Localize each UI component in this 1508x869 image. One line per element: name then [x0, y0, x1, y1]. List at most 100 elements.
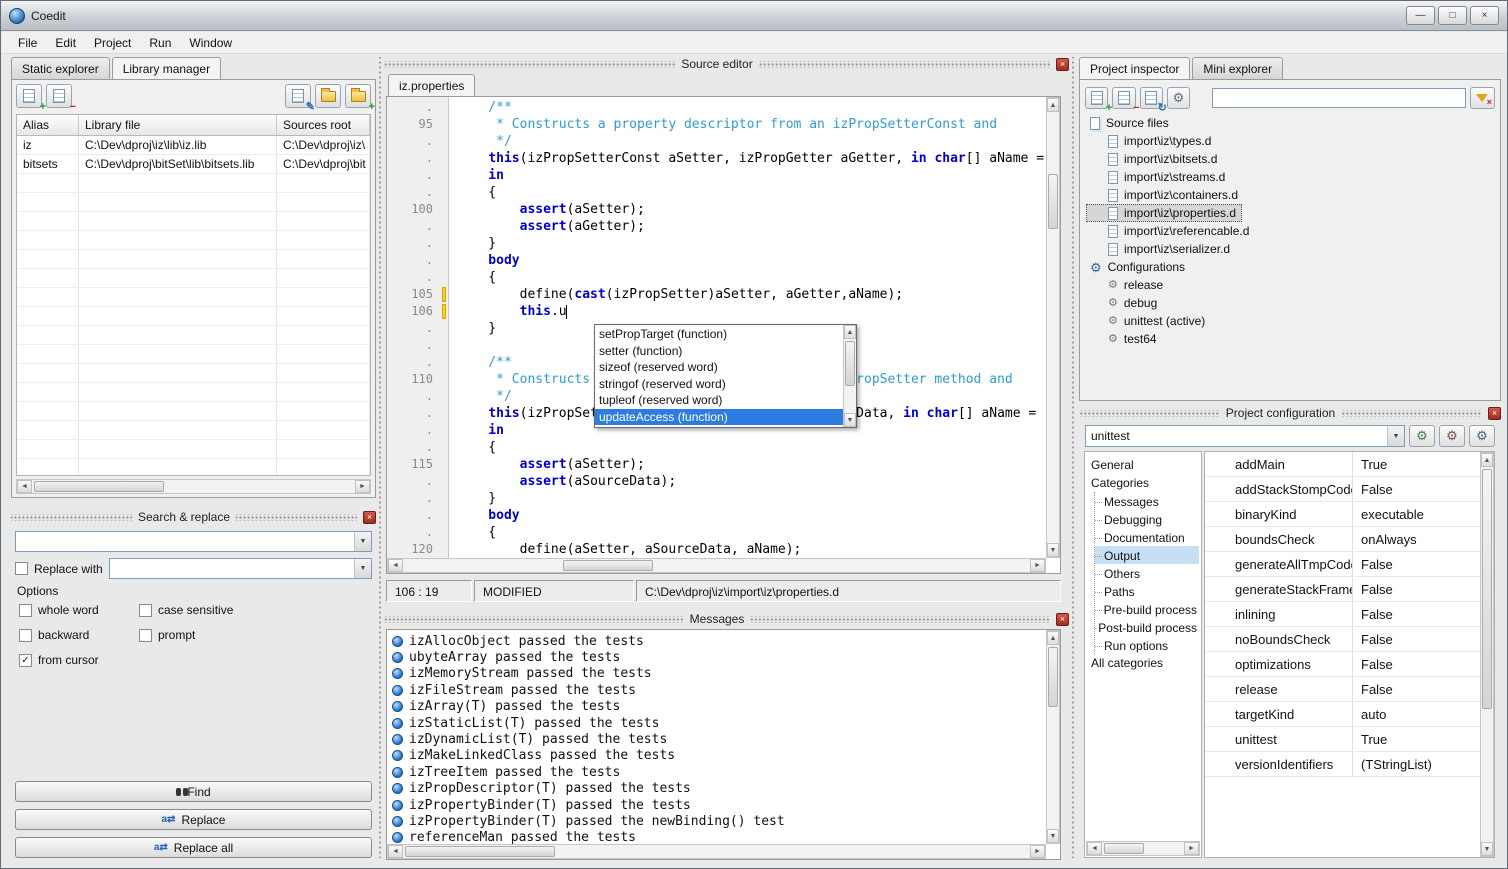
tree-item[interactable]: import\iz\bitsets.d [1086, 150, 1223, 168]
select-sources-root-button[interactable]: + [345, 84, 371, 108]
tree-item[interactable]: ⚙unittest (active) [1086, 312, 1211, 330]
replace-with-checkbox[interactable] [15, 562, 28, 575]
property-row[interactable]: versionIdentifiers(TStringList) [1205, 752, 1480, 777]
grip-dots[interactable] [1079, 410, 1220, 417]
edit-alias-button[interactable]: ✎ [285, 84, 311, 108]
scroll-right-button[interactable]: ► [1184, 842, 1199, 855]
property-row[interactable]: releaseFalse [1205, 677, 1480, 702]
scroll-thumb[interactable] [1104, 843, 1144, 854]
chevron-down-icon[interactable]: ▼ [1387, 426, 1404, 446]
tab-project-inspector[interactable]: Project inspector [1079, 57, 1190, 79]
close-panel-icon[interactable]: × [1488, 407, 1501, 420]
message-item[interactable]: izMemoryStream passed the tests [389, 666, 1045, 682]
scroll-thumb[interactable] [563, 560, 653, 571]
refresh-button[interactable]: ↻ [1140, 87, 1163, 109]
scroll-up-button[interactable]: ▲ [1481, 453, 1493, 467]
tree-item[interactable]: ⚙test64 [1086, 330, 1163, 348]
property-row[interactable]: unittestTrue [1205, 727, 1480, 752]
tree-item[interactable]: import\iz\properties.d [1086, 204, 1242, 222]
remove-library-button[interactable]: − [46, 84, 72, 108]
remove-source-button[interactable]: − [1112, 87, 1135, 109]
category-others[interactable]: Others [1095, 564, 1199, 582]
code-line[interactable]: this.u [457, 303, 1046, 320]
scroll-track[interactable] [844, 339, 856, 413]
property-row[interactable]: binaryKindexecutable [1205, 502, 1480, 527]
close-panel-icon[interactable]: × [363, 511, 376, 524]
editor-vscrollbar[interactable]: ▲ ▼ [1046, 97, 1060, 558]
checkbox-case-sensitive[interactable]: case sensitive [139, 602, 349, 618]
menu-edit[interactable]: Edit [46, 33, 85, 53]
add-library-button[interactable]: + [16, 84, 42, 108]
remove-configuration-button[interactable]: ⚙ [1439, 425, 1465, 447]
table-row[interactable]: izC:\Dev\dproj\iz\lib\iz.libC:\Dev\dproj… [17, 136, 370, 155]
category-pre-build-process[interactable]: Pre-build process [1095, 600, 1199, 618]
category-general[interactable]: General [1087, 456, 1199, 474]
checkbox-backward[interactable]: backward [19, 627, 139, 643]
message-item[interactable]: izTreeItem passed the tests [389, 764, 1045, 780]
message-item[interactable]: izFileStream passed the tests [389, 682, 1045, 698]
scroll-thumb[interactable] [405, 846, 555, 857]
scroll-up-button[interactable]: ▲ [844, 325, 856, 339]
filter-input[interactable] [1212, 88, 1466, 108]
configuration-combo[interactable]: unittest ▼ [1085, 425, 1405, 447]
scroll-track[interactable] [32, 480, 355, 493]
replace-button[interactable]: a⇄ Replace [15, 809, 372, 830]
scroll-down-button[interactable]: ▼ [1047, 543, 1059, 557]
menu-project[interactable]: Project [85, 33, 140, 53]
tree-section[interactable]: Source files [1086, 114, 1495, 132]
message-item[interactable]: izPropertyBinder(T) passed the tests [389, 797, 1045, 813]
completion-item[interactable]: setPropTarget (function) [595, 326, 843, 343]
chevron-down-icon[interactable]: ▼ [354, 532, 371, 551]
property-row[interactable]: optimizationsFalse [1205, 652, 1480, 677]
scroll-left-button[interactable]: ◄ [17, 480, 32, 493]
tree-item[interactable]: import\iz\referencable.d [1086, 222, 1255, 240]
code-line[interactable]: { [457, 524, 1046, 541]
code-line[interactable]: define(aSetter, aSourceData, aName); [457, 541, 1046, 558]
scroll-track[interactable] [403, 559, 1030, 572]
close-button[interactable]: × [1470, 6, 1499, 25]
category-documentation[interactable]: Documentation [1095, 528, 1199, 546]
tab-static-explorer[interactable]: Static explorer [11, 57, 110, 79]
scroll-right-button[interactable]: ► [1030, 845, 1045, 858]
add-source-button[interactable]: + [1085, 87, 1108, 109]
chevron-down-icon[interactable]: ▼ [354, 559, 371, 578]
menu-run[interactable]: Run [140, 33, 180, 53]
checkbox-whole-word[interactable]: whole word [19, 602, 139, 618]
category-group[interactable]: Categories [1087, 474, 1199, 492]
grip-dots[interactable] [384, 616, 684, 623]
column-header-sources-root[interactable]: Sources root [277, 115, 370, 135]
edit-configuration-button[interactable]: ⚙ [1469, 425, 1495, 447]
category-paths[interactable]: Paths [1095, 582, 1199, 600]
checkbox-box[interactable] [139, 629, 152, 642]
code-line[interactable]: assert(aSetter); [457, 201, 1046, 218]
open-library-file-button[interactable] [315, 84, 341, 108]
checkbox-from-cursor[interactable]: ✓from cursor [19, 652, 139, 668]
messages-hscrollbar[interactable]: ◄ ► [387, 844, 1046, 859]
message-item[interactable]: izDynamicList(T) passed the tests [389, 731, 1045, 747]
grip-dots[interactable] [11, 514, 132, 521]
property-row[interactable]: addMainTrue [1205, 452, 1480, 477]
scroll-thumb[interactable] [1048, 174, 1058, 229]
code-line[interactable]: /** [457, 99, 1046, 116]
code-line[interactable]: */ [457, 133, 1046, 150]
category-post-build-process[interactable]: Post-build process [1095, 618, 1199, 636]
checkbox-box[interactable]: ✓ [19, 654, 32, 667]
category-hscrollbar[interactable]: ◄ ► [1086, 841, 1200, 856]
message-item[interactable]: izPropertyBinder(T) passed the newBindin… [389, 813, 1045, 829]
messages-vscrollbar[interactable]: ▲ ▼ [1046, 630, 1060, 844]
category-output[interactable]: Output [1095, 546, 1199, 564]
message-item[interactable]: izStaticList(T) passed the tests [389, 715, 1045, 731]
column-header-alias[interactable]: Alias [17, 115, 79, 135]
code-line[interactable]: } [457, 235, 1046, 252]
scroll-thumb[interactable] [1048, 647, 1058, 707]
completion-item[interactable]: sizeof (reserved word) [595, 359, 843, 376]
scroll-track[interactable] [403, 845, 1030, 858]
message-item[interactable]: referenceMan passed the tests [389, 830, 1045, 844]
replace-term-combo[interactable]: ▼ [109, 558, 372, 579]
category-messages[interactable]: Messages [1095, 492, 1199, 510]
property-row[interactable]: noBoundsCheckFalse [1205, 627, 1480, 652]
replace-all-button[interactable]: a⇄ Replace all [15, 837, 372, 858]
message-item[interactable]: izArray(T) passed the tests [389, 699, 1045, 715]
property-row[interactable]: generateStackFrameFalse [1205, 577, 1480, 602]
code-line[interactable]: assert(aSourceData); [457, 473, 1046, 490]
